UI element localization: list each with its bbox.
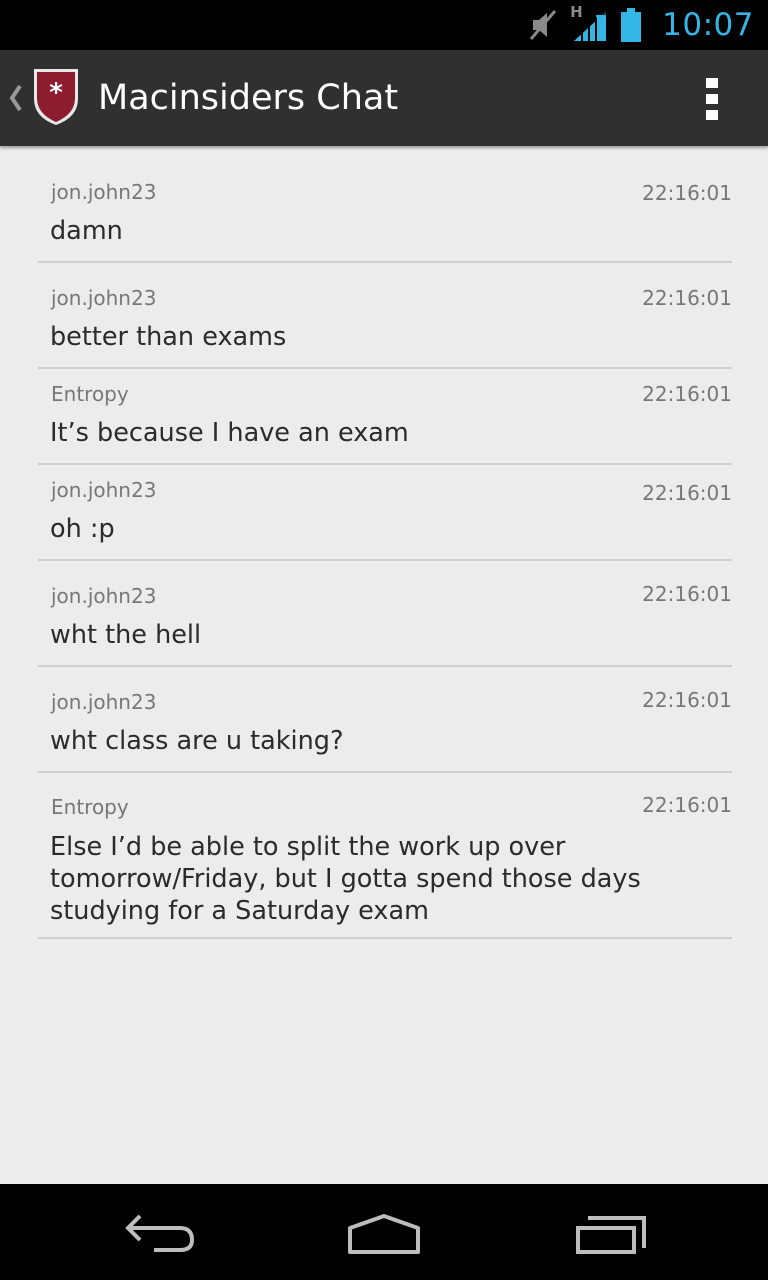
- message-text: better than exams: [50, 322, 287, 352]
- chat-message[interactable]: Entropy 22:16:01 It’s because I have an …: [38, 369, 732, 465]
- message-author: jon.john23: [51, 286, 157, 310]
- status-bar: H 10:07: [0, 0, 768, 50]
- overflow-dot: [706, 110, 718, 120]
- chat-message[interactable]: jon.john23 22:16:01 damn: [38, 146, 732, 263]
- chat-message[interactable]: Entropy 22:16:01 Else I’d be able to spl…: [38, 773, 732, 939]
- battery-icon: [621, 8, 642, 42]
- signal-icon: [574, 11, 607, 43]
- chat-message-list[interactable]: jon.john23 22:16:01 damn jon.john23 22:1…: [38, 146, 732, 939]
- message-text: It’s because I have an exam: [50, 418, 409, 448]
- message-text: wht the hell: [50, 620, 202, 650]
- chat-message[interactable]: jon.john23 22:16:01 wht class are u taki…: [38, 667, 732, 773]
- message-text: Else I’d be able to split the work up ov…: [50, 832, 641, 926]
- mute-icon: [530, 10, 557, 40]
- message-timestamp: 22:16:01: [642, 582, 732, 606]
- home-icon[interactable]: [334, 1204, 434, 1260]
- chat-message[interactable]: jon.john23 22:16:01 better than exams: [38, 263, 732, 369]
- action-bar: * Macinsiders Chat: [0, 50, 768, 146]
- overflow-dot: [706, 78, 718, 88]
- message-timestamp: 22:16:01: [642, 481, 732, 505]
- message-author: jon.john23: [51, 478, 157, 502]
- overflow-menu-icon[interactable]: [686, 76, 738, 122]
- message-timestamp: 22:16:01: [642, 688, 732, 712]
- message-author: Entropy: [51, 382, 129, 406]
- message-author: jon.john23: [51, 180, 157, 204]
- status-time: 10:07: [662, 7, 754, 43]
- signal-indicator: H: [570, 3, 608, 43]
- app-title: Macinsiders Chat: [98, 78, 399, 118]
- up-caret-icon[interactable]: [8, 80, 24, 116]
- recent-apps-icon[interactable]: [560, 1204, 660, 1260]
- message-author: jon.john23: [51, 690, 157, 714]
- message-text: wht class are u taking?: [50, 726, 344, 756]
- chat-screen: H 10:07 * Macinsiders Chat jon.john23 22…: [0, 0, 768, 1280]
- message-timestamp: 22:16:01: [642, 382, 732, 406]
- message-text: oh :p: [50, 514, 115, 544]
- navigation-bar: [0, 1184, 768, 1280]
- back-icon[interactable]: [110, 1204, 210, 1260]
- svg-text:*: *: [49, 78, 63, 108]
- app-logo-icon[interactable]: *: [32, 65, 80, 127]
- message-timestamp: 22:16:01: [642, 286, 732, 310]
- status-icons: H 10:07: [528, 0, 754, 50]
- message-text: damn: [50, 216, 123, 246]
- chat-message[interactable]: jon.john23 22:16:01 wht the hell: [38, 561, 732, 667]
- overflow-dot: [706, 94, 718, 104]
- chat-message[interactable]: jon.john23 22:16:01 oh :p: [38, 465, 732, 561]
- message-author: Entropy: [51, 795, 129, 819]
- message-timestamp: 22:16:01: [642, 181, 732, 205]
- message-timestamp: 22:16:01: [642, 793, 732, 817]
- message-author: jon.john23: [51, 584, 157, 608]
